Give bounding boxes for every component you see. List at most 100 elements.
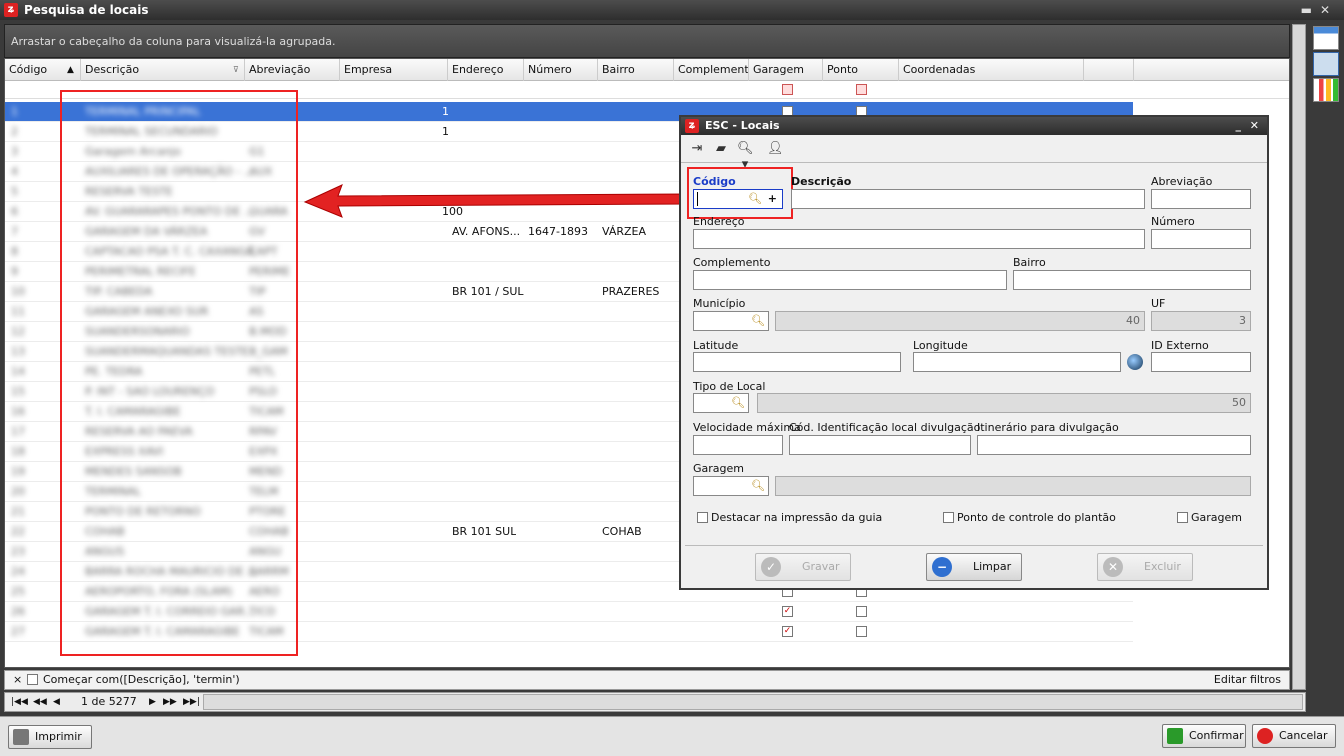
cell-codigo: 15: [11, 385, 25, 398]
limpar-button[interactable]: − Limpar: [926, 553, 1022, 581]
id-card-icon[interactable]: ▰: [713, 141, 729, 157]
horizontal-scrollbar[interactable]: [203, 694, 1303, 710]
minus-icon: −: [932, 557, 952, 577]
column-header-coordenadas[interactable]: Coordenadas: [899, 59, 1084, 81]
cell-codigo: 10: [11, 285, 25, 298]
edit-filters-link[interactable]: Editar filtros: [1214, 671, 1281, 689]
column-header-ponto[interactable]: Ponto: [823, 59, 899, 81]
cod-ident-input[interactable]: [789, 435, 971, 455]
pager-first-icon[interactable]: |◀◀: [11, 693, 28, 711]
pager-prev-page-icon[interactable]: ◀◀: [33, 693, 47, 711]
window-title-bar: ʑ Pesquisa de locais ▬✕: [0, 0, 1344, 20]
cell-codigo: 24: [11, 565, 25, 578]
form-view-icon[interactable]: [1313, 52, 1339, 76]
velocidade-label: Velocidade máxima: [693, 421, 801, 434]
cell-codigo: 14: [11, 365, 25, 378]
cell-codigo: 8: [11, 245, 18, 258]
excluir-button[interactable]: ✕ Excluir: [1097, 553, 1193, 581]
column-header-garagem[interactable]: Garagem: [749, 59, 823, 81]
descricao-input[interactable]: [791, 189, 1145, 209]
cancel-button[interactable]: Cancelar: [1252, 724, 1336, 748]
pager-last-icon[interactable]: ▶▶|: [183, 693, 200, 711]
numero-input[interactable]: [1151, 229, 1251, 249]
tipo-local-search-icon[interactable]: 🔍︎: [731, 396, 745, 410]
minimize-icon[interactable]: ▬: [1301, 3, 1320, 17]
globe-icon[interactable]: [1127, 354, 1143, 370]
garagem-checkbox[interactable]: Garagem: [1177, 511, 1242, 524]
app-logo-icon: ʑ: [4, 3, 18, 17]
chart-view-icon[interactable]: [1313, 78, 1339, 102]
exit-icon[interactable]: ⇥: [689, 141, 705, 157]
endereco-input[interactable]: [693, 229, 1145, 249]
dialog-close-icon[interactable]: ✕: [1250, 117, 1259, 135]
column-header-descricao[interactable]: Descrição ⊽: [81, 59, 245, 81]
cell-codigo: 4: [11, 165, 18, 178]
search-dropdown-icon[interactable]: 🔍︎▾: [737, 141, 754, 172]
numero-label: Número: [1151, 215, 1195, 228]
ponto-controle-checkbox[interactable]: Ponto de controle do plantão: [943, 511, 1116, 524]
cell-codigo: 17: [11, 425, 25, 438]
itinerario-input[interactable]: [977, 435, 1251, 455]
column-header-complemento[interactable]: Complemento: [674, 59, 749, 81]
filter-garagem-checkbox[interactable]: [782, 84, 793, 95]
pager-next-icon[interactable]: ▶: [149, 693, 156, 711]
cell-codigo: 7: [11, 225, 18, 238]
garagem-checkbox[interactable]: ✓: [782, 606, 793, 617]
uf-field: 3: [1151, 311, 1251, 331]
latitude-input[interactable]: [693, 352, 901, 372]
garagem-search-icon[interactable]: 🔍︎: [751, 479, 765, 493]
column-header-abreviacao[interactable]: Abreviação: [245, 59, 340, 81]
velocidade-input[interactable]: [693, 435, 783, 455]
longitude-input[interactable]: [913, 352, 1121, 372]
destacar-checkbox[interactable]: Destacar na impressão da guia: [697, 511, 882, 524]
garagem-checkbox[interactable]: ✓: [782, 626, 793, 637]
tipo-local-input[interactable]: 🔍︎: [693, 393, 749, 413]
garagem-input[interactable]: 🔍︎: [693, 476, 769, 496]
bairro-input[interactable]: [1013, 270, 1251, 290]
municipio-input[interactable]: 🔍︎: [693, 311, 769, 331]
cell-codigo: 1: [11, 105, 18, 118]
clear-filter-button[interactable]: ×: [13, 671, 22, 689]
filter-enable-checkbox[interactable]: [27, 674, 38, 685]
cell-codigo: 13: [11, 345, 25, 358]
cell-codigo: 20: [11, 485, 25, 498]
id-externo-input[interactable]: [1151, 352, 1251, 372]
sort-asc-icon: ▲: [67, 65, 74, 75]
cell-empresa: 1: [442, 105, 449, 118]
filter-ponto-checkbox[interactable]: [856, 84, 867, 95]
cell-codigo: 5: [11, 185, 18, 198]
bairro-label: Bairro: [1013, 256, 1046, 269]
cell-codigo: 9: [11, 265, 18, 278]
column-header-numero[interactable]: Número: [524, 59, 598, 81]
municipio-search-icon[interactable]: 🔍︎: [751, 314, 765, 328]
filter-expression: Começar com([Descrição], 'termin'): [43, 673, 240, 686]
close-icon[interactable]: ✕: [1320, 3, 1338, 17]
pager-bar: |◀◀ ◀◀ ◀ 1 de 5277 ▶ ▶▶ ▶▶|: [4, 692, 1306, 712]
filter-icon[interactable]: ⊽: [233, 59, 239, 81]
ponto-checkbox[interactable]: [856, 606, 867, 617]
column-header-codigo[interactable]: Código ▲: [5, 59, 81, 81]
cancel-icon: [1257, 728, 1273, 744]
dialog-minimize-icon[interactable]: _: [1236, 117, 1242, 135]
gravar-button[interactable]: ✓ Gravar: [755, 553, 851, 581]
column-header-bairro[interactable]: Bairro: [598, 59, 674, 81]
print-button[interactable]: Imprimir: [8, 725, 92, 749]
endereco-label: Endereço: [693, 215, 745, 228]
uf-label: UF: [1151, 297, 1166, 310]
grid-view-icon[interactable]: [1313, 26, 1339, 50]
delete-icon: ✕: [1103, 557, 1123, 577]
ponto-checkbox[interactable]: [856, 626, 867, 637]
group-panel[interactable]: Arrastar o cabeçalho da coluna para visu…: [4, 24, 1290, 58]
confirm-button[interactable]: Confirmar: [1162, 724, 1246, 748]
pager-prev-icon[interactable]: ◀: [53, 693, 60, 711]
user-icon[interactable]: 👤︎: [767, 141, 784, 157]
vertical-scrollbar[interactable]: [1292, 24, 1306, 690]
complemento-input[interactable]: [693, 270, 1007, 290]
filter-footer: × Começar com([Descrição], 'termin') Edi…: [4, 670, 1290, 690]
column-header-empresa[interactable]: Empresa: [340, 59, 448, 81]
column-header-endereco[interactable]: Endereço: [448, 59, 524, 81]
latitude-label: Latitude: [693, 339, 739, 352]
cell-codigo: 16: [11, 405, 25, 418]
pager-next-page-icon[interactable]: ▶▶: [163, 693, 177, 711]
abreviacao-input[interactable]: [1151, 189, 1251, 209]
